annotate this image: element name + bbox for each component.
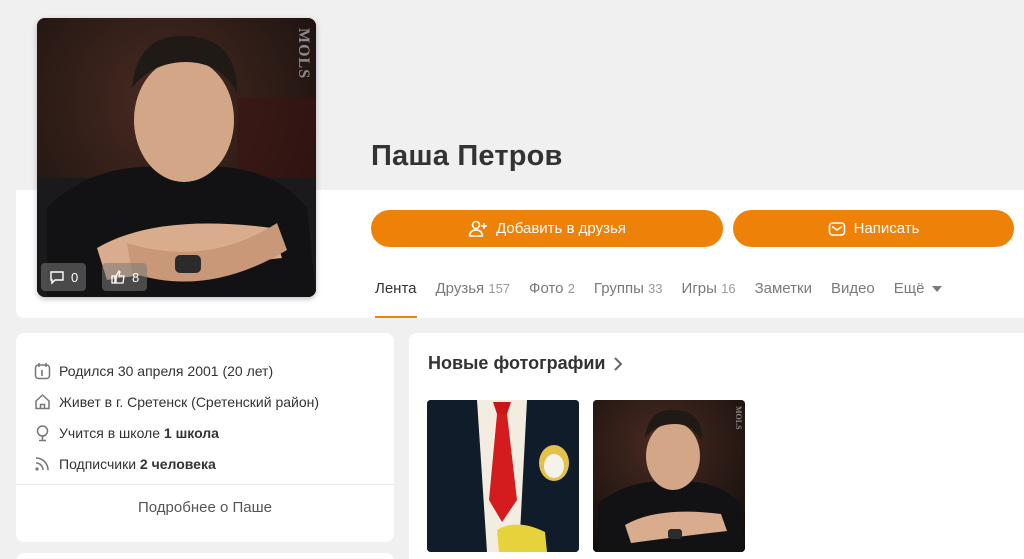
school-icon <box>36 425 49 442</box>
tab-more[interactable]: Ещё <box>894 280 942 318</box>
chevron-right-icon <box>614 356 623 371</box>
envelope-icon <box>828 221 845 236</box>
tab-friends[interactable]: Друзья 157 <box>436 280 511 318</box>
photo-thumbnail[interactable]: MOLS <box>593 400 745 552</box>
secondary-card <box>16 553 394 559</box>
comment-icon <box>50 271 64 285</box>
location-row: Живет в г. Сретенск (Сретенский район) <box>34 393 319 410</box>
add-friend-button[interactable]: Добавить в друзья <box>371 210 723 247</box>
profile-tabs: Лента Друзья 157 Фото 2 Группы 33 Игры 1… <box>375 280 961 318</box>
more-about-link[interactable]: Подробнее о Паше <box>16 499 394 516</box>
tab-groups[interactable]: Группы 33 <box>594 280 663 318</box>
caret-down-icon <box>931 286 942 292</box>
message-button[interactable]: Написать <box>733 210 1014 247</box>
subscribers-row[interactable]: Подписчики 2 человека <box>34 455 216 472</box>
photos-card: Новые фотографии MOLS <box>409 333 1024 559</box>
tab-notes[interactable]: Заметки <box>755 280 812 318</box>
photo-thumbnail[interactable] <box>427 400 579 552</box>
photo-watermark: MOLS <box>734 406 743 430</box>
add-user-icon <box>468 220 488 237</box>
tab-photos[interactable]: Фото 2 <box>529 280 575 318</box>
thumbs-up-icon <box>111 269 125 284</box>
rss-icon <box>35 457 49 471</box>
tab-video[interactable]: Видео <box>831 280 875 318</box>
tab-feed[interactable]: Лента <box>375 280 417 318</box>
avatar-comments[interactable]: 0 <box>41 263 87 291</box>
avatar[interactable]: MOLS <box>37 18 316 297</box>
calendar-icon <box>34 363 51 380</box>
about-card: Родился 30 апреля 2001 (20 лет) Живет в … <box>16 333 394 542</box>
avatar-likes[interactable]: 8 <box>102 263 148 291</box>
school-row: Учится в школе 1 школа <box>34 424 219 442</box>
avatar-watermark: MOLS <box>295 28 312 80</box>
divider <box>16 484 394 485</box>
home-icon <box>35 394 50 410</box>
tab-games[interactable]: Игры 16 <box>682 280 736 318</box>
new-photos-link[interactable]: Новые фотографии <box>428 353 623 374</box>
profile-name: Паша Петров <box>371 140 563 172</box>
birthday-row: Родился 30 апреля 2001 (20 лет) <box>34 362 273 380</box>
